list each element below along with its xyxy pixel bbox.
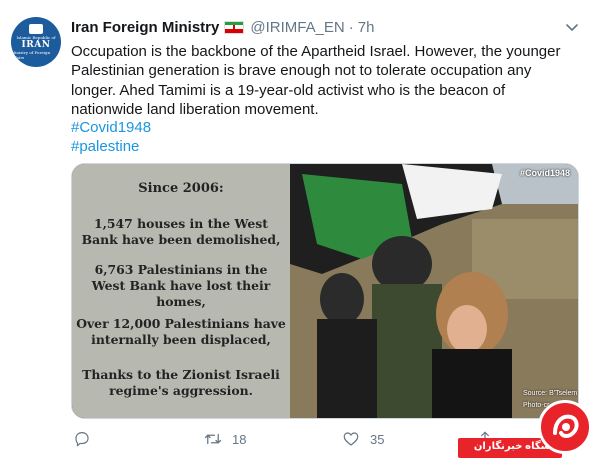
avatar-line3: Ministry of Foreign Affairs [11,50,51,60]
avatar-line2: IRAN [21,40,51,50]
hashtag-link[interactable]: #Covid1948 [71,118,151,137]
timestamp[interactable]: 7h [358,19,375,36]
overlay-fact: Thanks to the Zionist Israeli regime's a… [82,367,280,398]
overlay-fact: 1,547 houses in the West Bank have been … [81,216,281,247]
reply-icon [75,432,89,447]
watermark-logo-icon [538,400,592,454]
chevron-down-icon[interactable] [564,19,580,35]
like-count: 35 [370,431,385,447]
author-handle[interactable]: @IRIMFA_EN [250,19,344,36]
stats-overlay: Since 2006: 1,547 houses in the West Ban… [72,164,290,418]
tweet-image[interactable]: Since 2006: 1,547 houses in the West Ban… [71,163,579,419]
like-button[interactable]: 35 [342,428,384,450]
retweet-icon [204,433,222,445]
like-icon [343,432,359,446]
news-agency-watermark: باشگاه خبرنگاران [456,400,594,459]
tweet-header: Iran Foreign Ministry @IRIMFA_EN · 7h [71,16,374,38]
iran-flag-icon [224,20,245,34]
tweet-text: Occupation is the backbone of the Aparth… [71,43,561,118]
overlay-fact: 6,763 Palestinians in the West Bank have… [91,262,271,309]
retweet-count: 18 [232,431,247,447]
overlay-fact: Over 12,000 Palestinians have internally… [76,316,286,347]
ministry-logo-icon [29,24,43,34]
overlay-headline: Since 2006: [138,181,224,196]
author-name[interactable]: Iran Foreign Ministry [71,19,219,36]
hashtag-link[interactable]: #palestine [71,137,139,156]
credit-source: Source: B'Tselem [523,390,578,397]
reply-button[interactable] [73,428,101,450]
separator-dot: · [348,18,354,36]
image-hashtag: #Covid1948 [519,168,570,178]
retweet-button[interactable]: 18 [204,428,246,450]
avatar[interactable]: Islamic Republic of IRAN Ministry of For… [11,17,61,67]
tweet-card[interactable]: Islamic Republic of IRAN Ministry of For… [0,0,594,459]
